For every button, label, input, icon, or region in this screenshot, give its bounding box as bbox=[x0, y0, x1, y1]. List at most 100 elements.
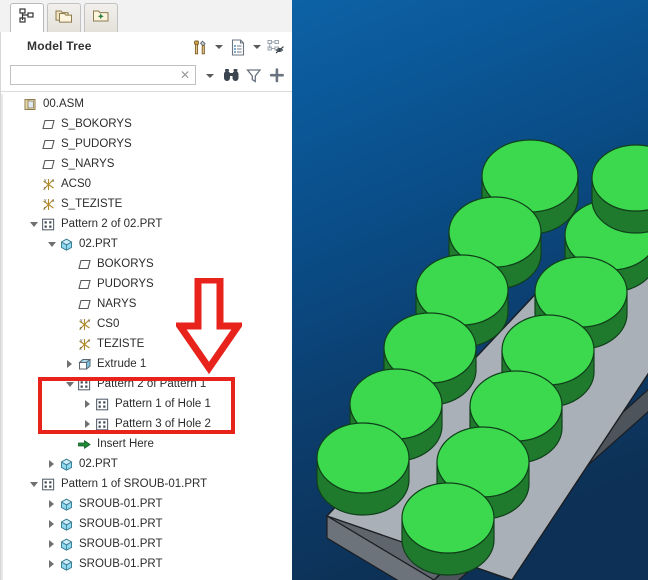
tree-node-label: SROUB-01.PRT bbox=[79, 538, 163, 550]
extrude-icon bbox=[76, 354, 93, 374]
expand-triangle-icon[interactable] bbox=[45, 554, 58, 574]
expand-triangle-icon[interactable] bbox=[81, 414, 94, 434]
part-icon bbox=[58, 494, 75, 514]
expand-triangle-icon[interactable] bbox=[45, 454, 58, 474]
datum-plane-icon bbox=[76, 274, 93, 294]
search-history-caret[interactable] bbox=[201, 64, 219, 88]
search-row: ✕ bbox=[1, 62, 293, 90]
application-window: Model Tree ✕ 00.ASM S_BOKORYS S_PUDORYS … bbox=[0, 0, 648, 580]
tree-node[interactable]: SROUB-01.PRT bbox=[3, 494, 293, 514]
twisty-placeholder bbox=[27, 194, 40, 214]
svg-text:x: x bbox=[52, 178, 55, 183]
tree-node-label: S_TEZISTE bbox=[61, 198, 123, 210]
collapse-triangle-icon[interactable] bbox=[45, 234, 58, 254]
tree-node[interactable]: Pattern 1 of SROUB-01.PRT bbox=[3, 474, 293, 494]
tree-node[interactable]: Pattern 3 of Hole 2 bbox=[3, 414, 293, 434]
chevron-right-icon bbox=[49, 500, 54, 508]
tree-node[interactable]: SROUB-01.PRT bbox=[3, 514, 293, 534]
tree-node[interactable]: Pattern 1 of Hole 1 bbox=[3, 394, 293, 414]
model-tree-icon bbox=[18, 7, 36, 30]
filter-icon[interactable] bbox=[243, 64, 265, 88]
layers-tab[interactable] bbox=[47, 3, 81, 32]
hammer-screwdriver-icon[interactable] bbox=[189, 35, 211, 59]
tree-node[interactable]: 02.PRT bbox=[3, 454, 293, 474]
tree-node-label: NARYS bbox=[97, 298, 137, 310]
chevron-right-icon bbox=[85, 400, 90, 408]
tree-node-label: PUDORYS bbox=[97, 278, 154, 290]
panel-title-toolbar bbox=[189, 34, 287, 60]
tree-node-label: Insert Here bbox=[97, 438, 154, 450]
tree-node[interactable]: Extrude 1 bbox=[3, 354, 293, 374]
collapse-triangle-icon[interactable] bbox=[63, 374, 76, 394]
svg-text:z: z bbox=[80, 345, 82, 350]
document-list-icon[interactable] bbox=[227, 35, 249, 59]
columns-dropdown-caret[interactable] bbox=[251, 35, 263, 59]
settings-dropdown-caret[interactable] bbox=[213, 35, 225, 59]
tree-node[interactable]: y z x ACS0 bbox=[3, 174, 293, 194]
twisty-placeholder bbox=[63, 274, 76, 294]
coordinate-system-icon: yz x bbox=[40, 174, 57, 194]
tree-node-label: CS0 bbox=[97, 318, 120, 330]
3d-graphics-window[interactable] bbox=[292, 0, 648, 580]
expand-triangle-icon[interactable] bbox=[45, 534, 58, 554]
tree-node[interactable]: S_PUDORYS bbox=[3, 134, 293, 154]
twisty-placeholder bbox=[63, 314, 76, 334]
clear-search-icon[interactable]: ✕ bbox=[179, 69, 191, 82]
expand-triangle-icon[interactable] bbox=[45, 494, 58, 514]
twisty-placeholder bbox=[9, 94, 22, 114]
pattern-icon bbox=[94, 414, 111, 434]
pattern-icon bbox=[40, 214, 57, 234]
twisty-placeholder bbox=[27, 114, 40, 134]
tree-node[interactable]: NARYS bbox=[3, 294, 293, 314]
favorites-tab[interactable] bbox=[84, 3, 118, 32]
tree-node[interactable]: S_BOKORYS bbox=[3, 114, 293, 134]
tree-node[interactable]: SROUB-01.PRT bbox=[3, 554, 293, 574]
tree-node[interactable]: y z x TEZISTE bbox=[3, 334, 293, 354]
tree-node[interactable]: SROUB-01.PRT bbox=[3, 534, 293, 554]
tree-node[interactable]: Pattern 2 of Pattern 1 bbox=[3, 374, 293, 394]
find-icon[interactable] bbox=[220, 64, 242, 88]
model-tree-panel: Model Tree ✕ 00.ASM S_BOKORYS S_PUDORYS … bbox=[0, 0, 293, 580]
tree-node[interactable]: Insert Here bbox=[3, 434, 293, 454]
tree-node[interactable]: 02.PRT bbox=[3, 234, 293, 254]
coordinate-system-icon: yz x bbox=[40, 194, 57, 214]
tree-node-label: S_PUDORYS bbox=[61, 138, 132, 150]
tree-node-label: S_BOKORYS bbox=[61, 118, 132, 130]
twisty-placeholder bbox=[27, 174, 40, 194]
search-input[interactable] bbox=[11, 66, 177, 84]
tree-node-label: Extrude 1 bbox=[97, 358, 147, 370]
collapse-triangle-icon[interactable] bbox=[27, 474, 40, 494]
boss bbox=[401, 482, 495, 576]
tree-node[interactable]: PUDORYS bbox=[3, 274, 293, 294]
chevron-down-icon bbox=[29, 481, 38, 487]
tree-node-label: Pattern 3 of Hole 2 bbox=[115, 418, 211, 430]
expand-triangle-icon[interactable] bbox=[45, 514, 58, 534]
chevron-down-icon bbox=[29, 221, 38, 227]
expand-triangle-icon[interactable] bbox=[63, 354, 76, 374]
expand-triangle-icon[interactable] bbox=[81, 394, 94, 414]
tree-node[interactable]: BOKORYS bbox=[3, 254, 293, 274]
svg-text:z: z bbox=[44, 205, 46, 210]
svg-text:x: x bbox=[88, 318, 91, 323]
model-tree-tab[interactable] bbox=[10, 3, 44, 33]
collapse-triangle-icon[interactable] bbox=[27, 214, 40, 234]
svg-text:z: z bbox=[80, 325, 82, 330]
chevron-down-icon bbox=[65, 381, 74, 387]
tree-node[interactable]: y z x CS0 bbox=[3, 314, 293, 334]
model-tree-list[interactable]: 00.ASM S_BOKORYS S_PUDORYS S_NARYS y z x ACS0 y z… bbox=[1, 94, 293, 580]
add-icon[interactable] bbox=[266, 64, 288, 88]
tree-node-label: S_NARYS bbox=[61, 158, 115, 170]
search-box[interactable]: ✕ bbox=[10, 65, 196, 85]
coordinate-system-icon: yz x bbox=[76, 314, 93, 334]
search-toolbar bbox=[201, 63, 288, 88]
tree-filters-icon[interactable] bbox=[265, 35, 287, 59]
twisty-placeholder bbox=[27, 134, 40, 154]
chevron-right-icon bbox=[49, 540, 54, 548]
chevron-down-icon bbox=[215, 45, 223, 49]
part-icon bbox=[58, 454, 75, 474]
tree-node-label: SROUB-01.PRT bbox=[79, 518, 163, 530]
tree-node[interactable]: y z x S_TEZISTE bbox=[3, 194, 293, 214]
tree-node[interactable]: Pattern 2 of 02.PRT bbox=[3, 214, 293, 234]
tree-node[interactable]: 00.ASM bbox=[3, 94, 293, 114]
tree-node[interactable]: S_NARYS bbox=[3, 154, 293, 174]
